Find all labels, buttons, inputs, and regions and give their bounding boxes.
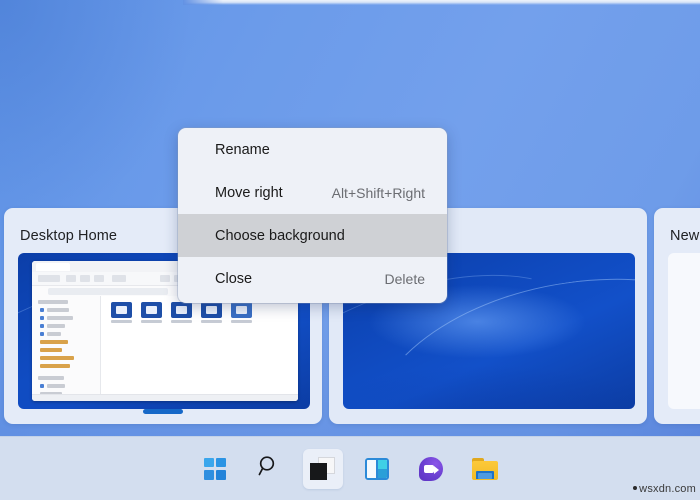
desktop-label-1: Desktop Home xyxy=(20,228,118,244)
top-light-strip-fade xyxy=(183,0,223,5)
search-icon xyxy=(257,454,281,483)
taskbar-items xyxy=(0,437,700,500)
context-menu-item-rename[interactable]: Rename xyxy=(178,128,447,171)
watermark-text: wsxdn.com xyxy=(639,483,696,495)
taskbar-button-chat[interactable] xyxy=(411,449,451,489)
context-menu-item-accelerator: Delete xyxy=(384,270,425,287)
context-menu-item-accelerator: Alt+Shift+Right xyxy=(331,184,425,201)
taskbar: wsxdn.com xyxy=(0,436,700,500)
context-menu-item-choose-background[interactable]: Choose background xyxy=(178,214,447,257)
desktop-card-3[interactable]: New xyxy=(654,208,700,424)
fe-tab xyxy=(36,263,70,271)
desktop-thumbnail-3[interactable] xyxy=(668,253,700,409)
taskbar-button-widgets[interactable] xyxy=(357,449,397,489)
context-menu-item-close[interactable]: Close Delete xyxy=(178,257,447,300)
context-menu-item-move-right[interactable]: Move right Alt+Shift+Right xyxy=(178,171,447,214)
desktop-screen: Desktop Home New Rename Move right Alt+S… xyxy=(0,0,700,500)
context-menu-item-label: Move right xyxy=(215,184,283,201)
widgets-icon xyxy=(365,457,389,480)
taskbar-button-task-view[interactable] xyxy=(303,448,343,489)
taskbar-button-file-explorer[interactable] xyxy=(465,449,505,489)
watermark-bullet-icon xyxy=(633,486,638,490)
top-light-strip xyxy=(183,0,700,5)
fe-status-bar xyxy=(32,394,298,401)
taskbar-button-start[interactable] xyxy=(195,449,235,489)
fe-content-pane xyxy=(101,296,298,401)
desktop-left-vignette xyxy=(0,0,190,230)
context-menu-item-label: Rename xyxy=(215,141,270,158)
windows-logo-icon xyxy=(204,457,226,480)
fe-navigation-pane xyxy=(32,296,101,401)
teams-chat-icon xyxy=(419,456,443,481)
folder-icon xyxy=(472,457,498,480)
site-watermark: wsxdn.com xyxy=(633,483,696,495)
fe-body xyxy=(32,296,298,401)
active-desktop-indicator xyxy=(143,409,183,414)
context-menu-item-label: Choose background xyxy=(215,227,345,244)
desktop-label-3: New xyxy=(670,228,700,244)
desktop-context-menu[interactable]: Rename Move right Alt+Shift+Right Choose… xyxy=(178,128,447,303)
context-menu-item-label: Close xyxy=(215,270,253,287)
task-view-icon xyxy=(310,456,336,481)
taskbar-button-search[interactable] xyxy=(249,449,289,489)
